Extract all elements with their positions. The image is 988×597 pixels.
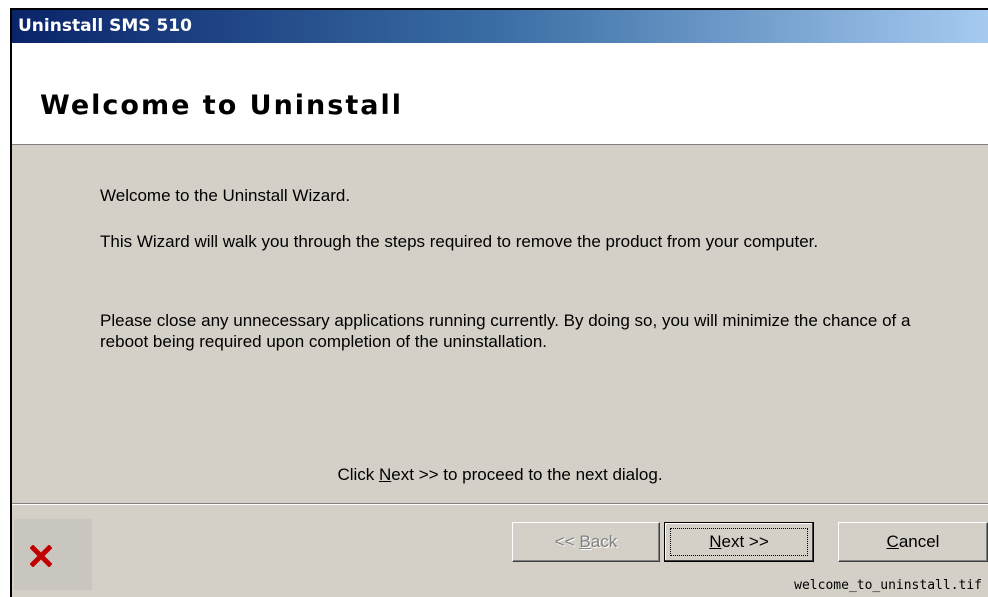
next-label: ext >> xyxy=(721,532,769,551)
filename-caption: welcome_to_uninstall.tif xyxy=(794,578,982,593)
back-prefix: << xyxy=(554,532,580,551)
back-accelerator: B xyxy=(579,532,591,551)
hint-accelerator: N xyxy=(379,465,392,484)
red-x-icon xyxy=(30,545,52,567)
uninstall-wizard-window: Uninstall SMS 510 Welcome to Uninstall W… xyxy=(10,8,988,597)
page-title: Welcome to Uninstall xyxy=(40,90,403,121)
next-accelerator: N xyxy=(709,532,722,551)
back-label: ack xyxy=(590,532,618,551)
window-title: Uninstall SMS 510 xyxy=(18,16,192,36)
next-button[interactable]: Next >> xyxy=(664,522,814,562)
cancel-accelerator: C xyxy=(886,532,899,551)
next-hint-text: Click Next >> to proceed to the next dia… xyxy=(12,465,988,485)
hint-suffix: ext >> to proceed to the next dialog. xyxy=(391,465,663,484)
footer-separator xyxy=(12,503,988,505)
logo-area xyxy=(14,519,92,590)
wizard-header: Welcome to Uninstall xyxy=(12,43,988,145)
cancel-button[interactable]: Cancel xyxy=(838,522,988,562)
cancel-label: ancel xyxy=(898,532,940,551)
description-text: This Wizard will walk you through the st… xyxy=(100,232,819,251)
hint-prefix: Click xyxy=(337,465,380,484)
instruction-text: Please close any unnecessary application… xyxy=(100,311,911,351)
back-button[interactable]: << Back xyxy=(512,522,660,562)
next-focus-ring: Next >> xyxy=(670,528,808,556)
title-bar[interactable]: Uninstall SMS 510 xyxy=(12,10,988,43)
welcome-text: Welcome to the Uninstall Wizard. xyxy=(100,186,351,205)
